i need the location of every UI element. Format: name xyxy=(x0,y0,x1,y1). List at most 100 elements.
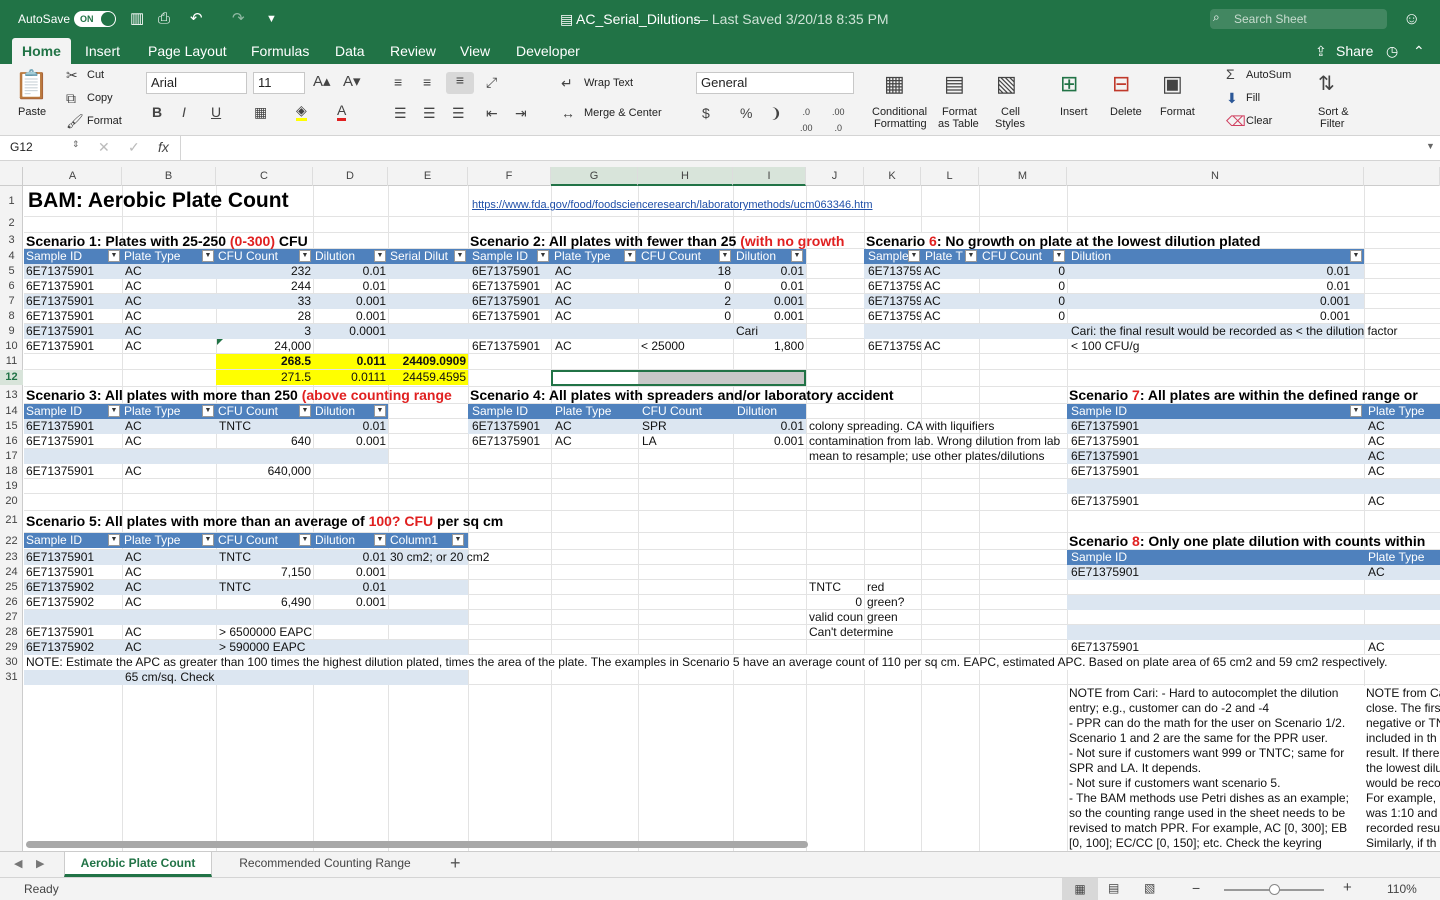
cell-grid[interactable]: BAM: Aerobic Plate Count https://www.fda… xyxy=(24,186,1440,851)
italic-icon[interactable]: I xyxy=(182,104,186,120)
table-cell[interactable]: < 100 CFU/g xyxy=(1069,339,1141,354)
legend-cell[interactable]: green xyxy=(865,610,900,625)
table-cell[interactable]: AC xyxy=(123,464,144,479)
table-cell[interactable]: 6E71375901 xyxy=(1069,640,1141,655)
row-header[interactable]: 30 xyxy=(0,655,23,670)
cut-button[interactable]: Cut xyxy=(87,69,104,81)
format-as-table-line1[interactable]: Format xyxy=(942,106,977,118)
align-right-icon[interactable]: ☰ xyxy=(452,105,465,121)
horizontal-scrollbar[interactable] xyxy=(26,841,808,848)
table-cell[interactable]: 0.01 xyxy=(313,279,388,294)
percent-icon[interactable]: % xyxy=(740,105,752,121)
cell-styles-icon[interactable]: ▧ xyxy=(996,72,1017,96)
table-header[interactable]: Sample ID xyxy=(1069,550,1129,565)
table-cell[interactable]: 6E71375901 xyxy=(24,279,96,294)
table-cell[interactable]: 0 xyxy=(979,309,1067,324)
filter-dropdown-icon[interactable]: ▼ xyxy=(108,250,120,262)
table-cell[interactable]: 6E71375901 xyxy=(470,434,542,449)
table-cell[interactable]: 6E71375901 xyxy=(1069,565,1141,580)
sheet-title[interactable]: BAM: Aerobic Plate Count xyxy=(26,188,291,214)
paste-icon[interactable]: 📋 xyxy=(14,70,49,100)
table-header[interactable]: Plate Type xyxy=(122,249,182,264)
row-header[interactable]: 12 xyxy=(0,370,23,385)
scenario-2-title[interactable]: Scenario 2: All plates with fewer than 2… xyxy=(470,233,864,249)
number-format-select[interactable]: General xyxy=(696,72,854,94)
table-cell[interactable]: 0 xyxy=(979,279,1067,294)
filter-dropdown-icon[interactable]: ▼ xyxy=(719,250,731,262)
table-cell[interactable]: AC xyxy=(123,595,144,610)
row-header[interactable]: 5 xyxy=(0,264,23,279)
function-icon[interactable]: fx xyxy=(158,139,169,155)
table-cell[interactable]: LA xyxy=(640,434,659,449)
table-cell[interactable]: 0.01 xyxy=(1067,264,1352,279)
table-cell[interactable]: 6E71375901 xyxy=(24,625,96,640)
table-header[interactable]: Sample ID xyxy=(470,249,530,264)
table-cell[interactable]: 0.01 xyxy=(1067,279,1352,294)
filter-dropdown-icon[interactable]: ▼ xyxy=(202,405,214,417)
table-cell[interactable]: 2 xyxy=(638,294,733,309)
align-top-icon[interactable]: ≡ xyxy=(394,74,402,90)
shrink-font-icon[interactable]: A▾ xyxy=(343,74,361,90)
align-center-icon[interactable]: ☰ xyxy=(423,105,436,121)
table-cell[interactable]: 6E71375901 xyxy=(24,294,96,309)
filter-dropdown-icon[interactable]: ▼ xyxy=(537,250,549,262)
cell-styles-line1[interactable]: Cell xyxy=(1001,106,1020,118)
table-cell[interactable]: AC xyxy=(1366,434,1387,449)
calc-cell[interactable]: 24409.0909 xyxy=(388,354,468,369)
table-cell[interactable]: 0.001 xyxy=(733,294,806,309)
fill-color-icon[interactable]: ◈ xyxy=(296,102,307,121)
table-cell[interactable]: 6E71375901 xyxy=(24,550,96,565)
row-header[interactable]: 4 xyxy=(0,249,23,264)
row-header[interactable]: 19 xyxy=(0,479,23,494)
prev-sheet-icon[interactable]: ◀ xyxy=(14,857,22,870)
conditional-formatting-line1[interactable]: Conditional xyxy=(872,106,927,118)
table-header[interactable]: CFU Count xyxy=(640,404,704,419)
table-header[interactable]: Dilution xyxy=(1069,249,1113,264)
collapse-ribbon-icon[interactable]: ⌃ xyxy=(1413,38,1425,64)
table-cell[interactable]: 6E71375901 xyxy=(1069,464,1141,479)
table-cell[interactable]: 6E71375901 xyxy=(866,264,921,279)
history-icon[interactable]: ◷ xyxy=(1386,38,1398,64)
sort-filter-icon[interactable]: ⇅ xyxy=(1318,72,1335,96)
table-cell[interactable]: 6E71375901 xyxy=(866,339,921,354)
table-cell[interactable]: 6E71375901 xyxy=(866,309,921,324)
table-cell[interactable]: 0.001 xyxy=(313,294,388,309)
legend-cell[interactable]: 0 xyxy=(806,595,864,610)
table-cell[interactable]: 6E71375901 xyxy=(470,279,542,294)
table-cell[interactable]: AC xyxy=(553,419,574,434)
scenario-8-title[interactable]: Scenario 8: Only one plate dilution with… xyxy=(1069,533,1425,549)
row-header[interactable]: 15 xyxy=(0,419,23,434)
row-header[interactable]: 1 xyxy=(0,186,23,216)
table-cell[interactable]: 6E71375901 xyxy=(24,324,96,339)
table-cell[interactable]: 6E71375902 xyxy=(24,640,96,655)
table-header[interactable]: Plate Type xyxy=(122,404,182,419)
table-cell[interactable]: AC xyxy=(1366,449,1387,464)
tab-data[interactable]: Data xyxy=(335,38,365,64)
row-header[interactable]: 24 xyxy=(0,565,23,580)
autosave-toggle[interactable]: ON xyxy=(74,11,116,27)
table-cell[interactable]: AC xyxy=(1366,464,1387,479)
smiley-icon[interactable]: ☺ xyxy=(1403,0,1420,38)
table-cell[interactable]: TNTC xyxy=(217,580,253,595)
table-cell[interactable]: AC xyxy=(922,294,943,309)
currency-icon[interactable]: $ xyxy=(702,105,710,121)
row-header[interactable]: 27 xyxy=(0,610,23,625)
row-header[interactable]: 16 xyxy=(0,434,23,449)
add-sheet-icon[interactable]: + xyxy=(450,853,461,874)
row-header[interactable]: 25 xyxy=(0,580,23,595)
table-cell[interactable]: 0.01 xyxy=(313,419,388,434)
legend-cell[interactable]: green? xyxy=(865,595,906,610)
table-cell[interactable]: AC xyxy=(123,279,144,294)
legend-cell[interactable]: valid coun xyxy=(807,610,864,625)
table-cell[interactable]: 232 xyxy=(216,264,313,279)
increase-indent-icon[interactable]: ⇥ xyxy=(515,105,527,121)
row-header[interactable]: 22 xyxy=(0,534,23,549)
table-cell[interactable]: 6E71375901 xyxy=(24,419,96,434)
row-header[interactable]: 3 xyxy=(0,233,23,248)
row-header[interactable]: 23 xyxy=(0,550,23,565)
table-cell[interactable]: AC xyxy=(922,339,943,354)
table-cell[interactable]: 0.001 xyxy=(313,309,388,324)
table-cell[interactable]: AC xyxy=(922,309,943,324)
table-cell[interactable]: 6E71375902 xyxy=(24,580,96,595)
scenario-1-title[interactable]: Scenario 1: Plates with 25-250 (0-300) C… xyxy=(26,233,308,249)
